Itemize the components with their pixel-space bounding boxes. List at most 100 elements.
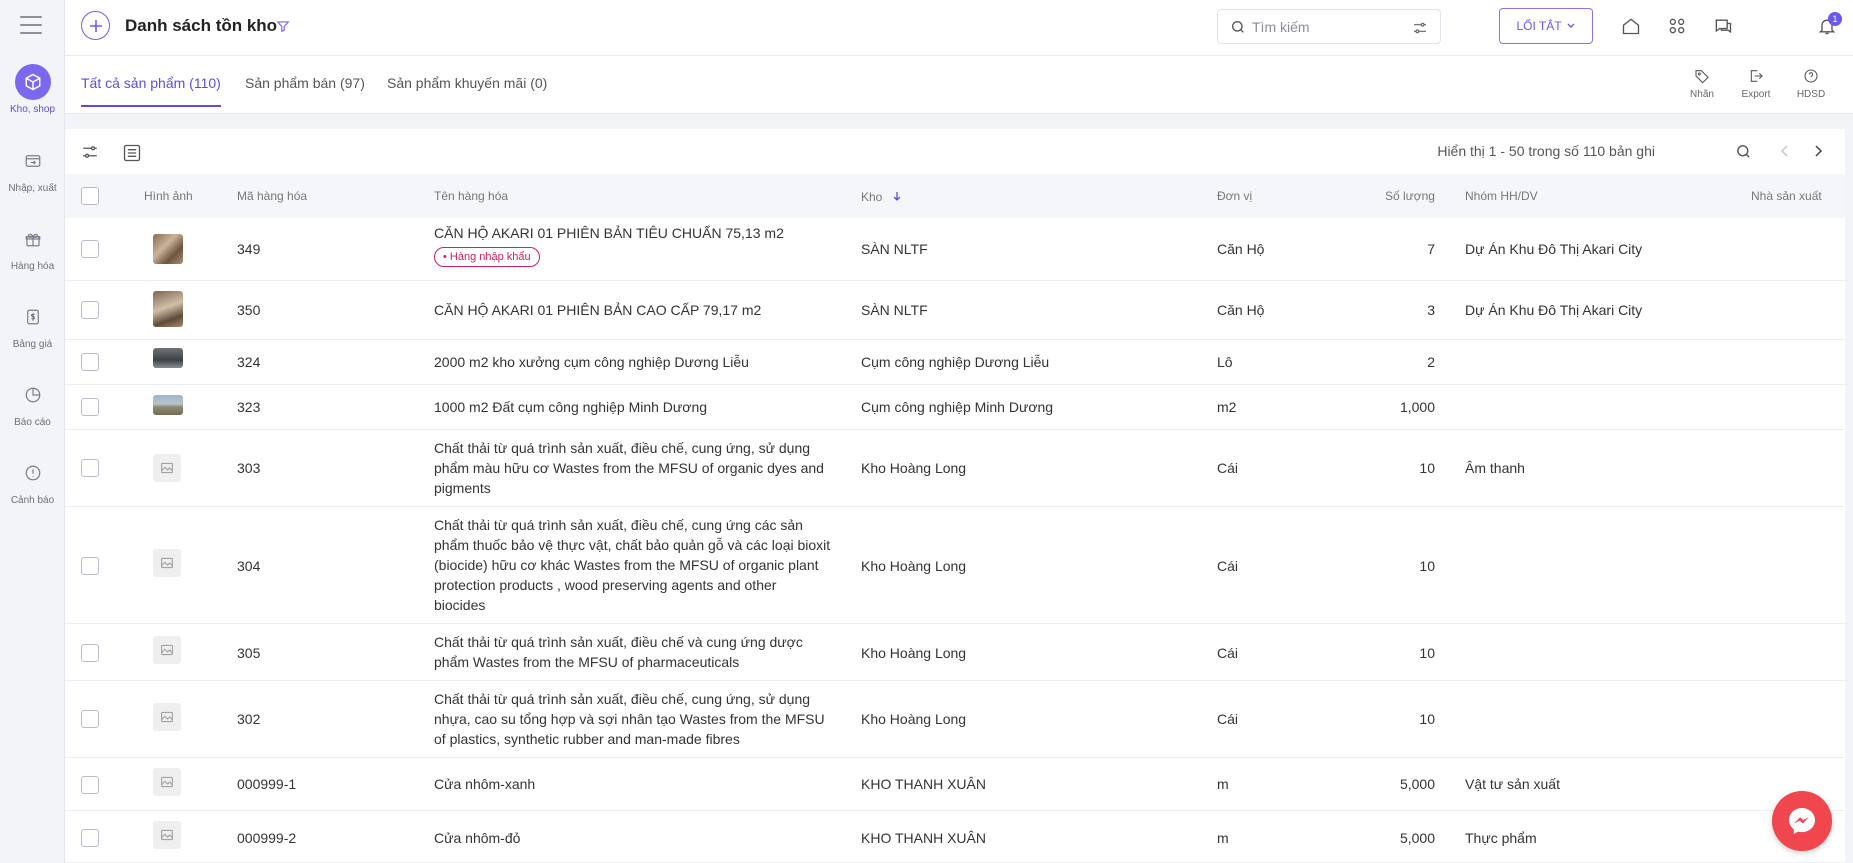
home-icon[interactable]	[1621, 16, 1641, 36]
sidebar-item-canh-bao[interactable]: Cảnh báo	[0, 455, 65, 506]
table-row[interactable]: 323 1000 m2 Đất cụm công nghiệp Minh Dươ…	[65, 385, 1845, 430]
messenger-chat-button[interactable]	[1772, 791, 1832, 851]
image-placeholder-icon	[153, 703, 181, 731]
tab-promo-products[interactable]: Sản phẩm khuyến mãi (0)	[387, 75, 547, 105]
row-checkbox[interactable]	[81, 353, 99, 371]
column-header-group: Nhóm HH/DV	[1465, 189, 1538, 203]
product-name-line: protection products , wood preserving ag…	[434, 577, 777, 593]
sidebar-item-label: Báo cáo	[14, 417, 51, 428]
product-name: Cửa nhôm-đỏ	[434, 830, 521, 846]
gift-icon	[15, 221, 51, 257]
product-name-cell: Chất thải từ quá trình sản xuất, điều ch…	[434, 689, 825, 749]
warehouse-name: Kho Hoàng Long	[861, 711, 967, 727]
image-placeholder-icon	[153, 454, 181, 482]
sidebar-item-hang-hoa[interactable]: Hàng hóa	[0, 221, 65, 272]
table-row[interactable]: 303 Chất thải từ quá trình sản xuất, điề…	[65, 430, 1845, 507]
shortcut-button[interactable]: LỐI TẮT	[1499, 8, 1593, 44]
warehouse-name: SÀN NLTF	[861, 241, 928, 257]
row-checkbox[interactable]	[81, 301, 99, 319]
row-checkbox[interactable]	[81, 240, 99, 258]
unit-name: Cái	[1217, 460, 1239, 476]
image-placeholder-icon	[153, 636, 181, 664]
sliders-icon[interactable]	[81, 143, 99, 161]
menu-icon[interactable]	[20, 16, 42, 34]
shortcut-label: LỐI TẮT	[1516, 19, 1562, 33]
quantity: 10	[1419, 645, 1435, 661]
sidebar-item-bang-gia[interactable]: Bảng giá	[0, 299, 65, 350]
unit-name: Cái	[1217, 645, 1239, 661]
image-placeholder-icon	[153, 549, 181, 577]
product-name-line: Chất thải từ quá trình sản xuất, điều ch…	[434, 691, 811, 707]
column-header-warehouse-label: Kho	[861, 190, 883, 204]
warehouse-name: KHO THANH XUÂN	[861, 830, 986, 846]
help-icon	[1804, 69, 1818, 83]
table-row[interactable]: 350 CĂN HỘ AKARI 01 PHIÊN BẢN CAO CẤP 79…	[65, 281, 1845, 340]
table-row[interactable]: 000999-1 Cửa nhôm-xanh KHO THANH XUÂN m …	[65, 758, 1845, 811]
table-row[interactable]: 349 CĂN HỘ AKARI 01 PHIÊN BẢN TIÊU CHUẨN…	[65, 218, 1845, 281]
row-checkbox[interactable]	[81, 776, 99, 794]
warehouse-name: KHO THANH XUÂN	[861, 776, 986, 792]
funnel-icon[interactable]	[276, 19, 290, 33]
product-code: 000999-1	[237, 776, 297, 792]
product-name: 1000 m2 Đất cụm công nghiệp Minh Dương	[434, 399, 708, 415]
tab-all-products[interactable]: Tất cả sản phẩm (110)	[81, 75, 221, 107]
list-view-icon[interactable]	[122, 143, 142, 163]
label-tag-button[interactable]: Nhãn	[1682, 68, 1722, 100]
product-group: Âm thanh	[1465, 460, 1525, 476]
table-row[interactable]: 304 Chất thải từ quá trình sản xuất, điề…	[65, 507, 1845, 624]
column-header-warehouse[interactable]: Kho	[861, 190, 902, 204]
search-icon[interactable]	[1735, 143, 1752, 160]
row-checkbox[interactable]	[81, 829, 99, 847]
product-name: Cửa nhôm-xanh	[434, 776, 536, 792]
chevron-down-icon	[1567, 23, 1575, 28]
export-button[interactable]: Export	[1736, 68, 1776, 100]
select-all-checkbox[interactable]	[81, 187, 99, 205]
product-group: Dự Án Khu Đô Thị Akari City	[1465, 302, 1643, 318]
add-button[interactable]	[81, 11, 110, 40]
pie-chart-icon	[15, 377, 51, 413]
product-name-line: Chất thải từ quá trình sản xuất, điều ch…	[434, 634, 803, 650]
product-name-line: (biocide) hữu cơ khác Wastes from the MF…	[434, 557, 819, 573]
quantity: 3	[1427, 302, 1435, 318]
apps-grid-icon[interactable]	[1667, 16, 1687, 36]
table-row[interactable]: 302 Chất thải từ quá trình sản xuất, điề…	[65, 681, 1845, 758]
column-header-name: Tên hàng hóa	[434, 189, 509, 203]
row-checkbox[interactable]	[81, 644, 99, 662]
sidebar-item-nhap-xuat[interactable]: Nhập, xuất	[0, 143, 65, 194]
unit-name: Cái	[1217, 558, 1239, 574]
notification-badge: 1	[1828, 12, 1842, 26]
unit-name: Lô	[1217, 354, 1233, 370]
sidebar-item-label: Hàng hóa	[10, 261, 55, 272]
help-button[interactable]: HDSD	[1791, 68, 1831, 100]
tab-products-sold[interactable]: Sản phẩm bán (97)	[245, 75, 365, 105]
column-header-qty: Số lượng	[1385, 189, 1435, 203]
product-group: Vật tư sản xuất	[1465, 776, 1560, 792]
warehouse-name: Kho Hoàng Long	[861, 460, 967, 476]
table-row[interactable]: 324 2000 m2 kho xưởng cụm công nghiệp Dư…	[65, 340, 1845, 385]
row-checkbox[interactable]	[81, 459, 99, 477]
product-group: Dự Án Khu Đô Thị Akari City	[1465, 241, 1643, 257]
product-code: 349	[237, 241, 261, 257]
sliders-icon[interactable]	[1412, 20, 1428, 36]
chevron-left-icon[interactable]	[1777, 143, 1793, 159]
chevron-right-icon[interactable]	[1810, 143, 1826, 159]
image-placeholder-icon	[153, 768, 181, 796]
sidebar-item-bao-cao[interactable]: Báo cáo	[0, 377, 65, 428]
product-name: 2000 m2 kho xưởng cụm công nghiệp Dương …	[434, 354, 749, 370]
product-code: 304	[237, 558, 261, 574]
export-label: Export	[1741, 89, 1771, 100]
row-checkbox[interactable]	[81, 398, 99, 416]
box-icon	[14, 64, 51, 100]
search-input[interactable]	[1252, 16, 1402, 38]
price-icon	[15, 299, 51, 335]
chat-icon[interactable]	[1713, 16, 1733, 36]
table-row[interactable]: 000999-2 Cửa nhôm-đỏ KHO THANH XUÂN m 5,…	[65, 811, 1845, 863]
table-toolbar: Hiển thị 1 - 50 trong số 110 bản ghi	[65, 129, 1845, 174]
search-icon	[1232, 21, 1244, 33]
table-row[interactable]: 305 Chất thải từ quá trình sản xuất, điề…	[65, 624, 1845, 681]
row-checkbox[interactable]	[81, 557, 99, 575]
sidebar-item-kho-shop[interactable]: Kho, shop	[0, 64, 65, 115]
product-thumbnail	[153, 291, 183, 327]
product-name-cell: Chất thải từ quá trình sản xuất, điều ch…	[434, 438, 824, 498]
row-checkbox[interactable]	[81, 710, 99, 728]
